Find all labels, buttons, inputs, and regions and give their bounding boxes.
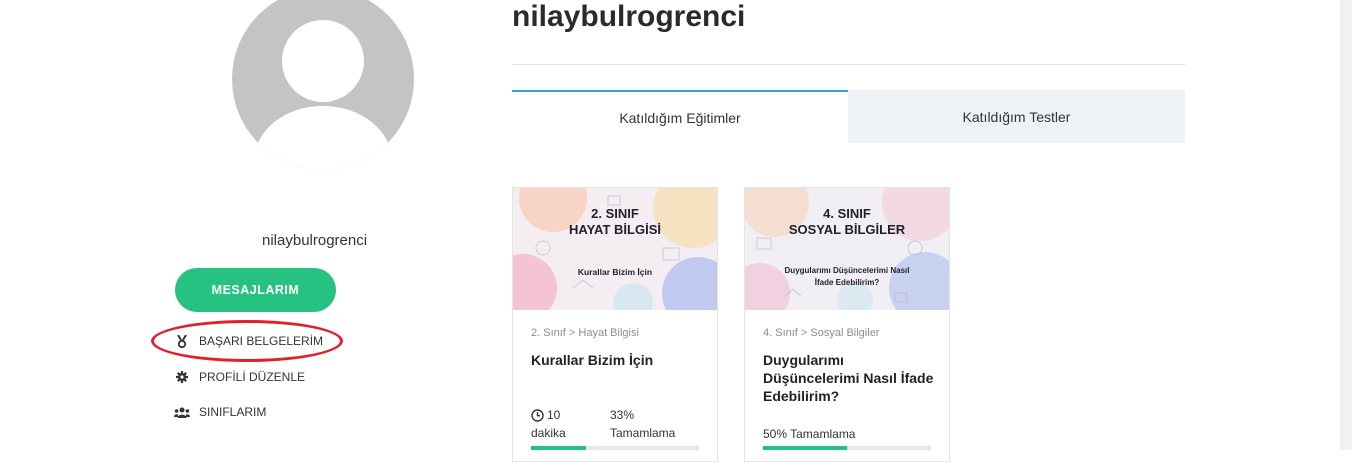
clock-icon — [531, 408, 544, 422]
course-card[interactable]: 4. SINIF SOSYAL BİLGİLER Duygularımı Düş… — [744, 187, 950, 462]
gear-icon — [174, 370, 190, 384]
progress-bar-fill — [531, 446, 587, 450]
course-thumbnail[interactable]: 2. SINIF HAYAT BİLGİSİ Kurallar Bizim İç… — [513, 188, 717, 310]
thumb-title-line2: HAYAT BİLGİSİ — [569, 222, 661, 237]
progress-bar-fill — [763, 446, 847, 450]
progress-label: Tamamlama — [610, 426, 676, 440]
thumb-subtitle: Kurallar Bizim İçin — [578, 267, 652, 277]
menu-item-label: PROFİLİ DÜZENLE — [199, 370, 306, 384]
course-title[interactable]: Kurallar Bizim İçin — [531, 351, 703, 369]
course-breadcrumb[interactable]: 4. Sınıf > Sosyal Bilgiler — [763, 327, 879, 339]
menu-item-classes[interactable]: SINIFLARIM — [174, 405, 266, 419]
course-progress-text: 50% Tamamlama — [763, 427, 856, 441]
progress-percent: 33% — [610, 408, 635, 422]
progress-bar — [763, 446, 931, 450]
medal-icon — [174, 334, 190, 348]
thumb-title-line2: SOSYAL BİLGİLER — [789, 222, 906, 237]
menu-item-certificates[interactable]: BAŞARI BELGELERİM — [174, 334, 323, 348]
tab-courses[interactable]: Katıldığım Eğitimler — [512, 90, 848, 143]
thumb-title-line1: 4. SINIF — [823, 206, 871, 221]
users-icon — [174, 405, 190, 419]
course-title[interactable]: Duygularımı Düşüncelerimi Nasıl İfade Ed… — [763, 351, 935, 405]
divider — [512, 64, 1185, 65]
menu-item-label: SINIFLARIM — [199, 405, 267, 419]
progress-bar — [531, 446, 699, 450]
tab-tests[interactable]: Katıldığım Testler — [848, 90, 1185, 143]
page-scroll-edge — [1340, 0, 1352, 450]
messages-button[interactable]: MESAJLARIM — [175, 268, 336, 312]
duration-value: 10 — [547, 408, 561, 422]
thumb-subtitle-line2: İfade Edebilirim? — [815, 278, 880, 287]
course-progress-text: 33% Tamamlama — [610, 406, 675, 442]
course-duration: 10 dakika — [531, 406, 566, 442]
avatar — [232, 0, 414, 170]
thumb-subtitle-line1: Duygularımı Düşüncelerimi Nasıl — [785, 266, 910, 275]
thumb-title-line1: 2. SINIF — [591, 206, 639, 221]
page-title: nilaybulrogrenci — [512, 0, 746, 33]
course-thumbnail[interactable]: 4. SINIF SOSYAL BİLGİLER Duygularımı Düş… — [745, 188, 949, 310]
menu-item-label: BAŞARI BELGELERİM — [199, 334, 324, 348]
course-card[interactable]: 2. SINIF HAYAT BİLGİSİ Kurallar Bizim İç… — [512, 187, 718, 462]
course-breadcrumb[interactable]: 2. Sınıf > Hayat Bilgisi — [531, 327, 639, 339]
menu-item-edit-profile[interactable]: PROFİLİ DÜZENLE — [174, 370, 305, 384]
duration-unit: dakika — [531, 426, 566, 440]
profile-username: nilaybulrogrenci — [262, 232, 368, 249]
